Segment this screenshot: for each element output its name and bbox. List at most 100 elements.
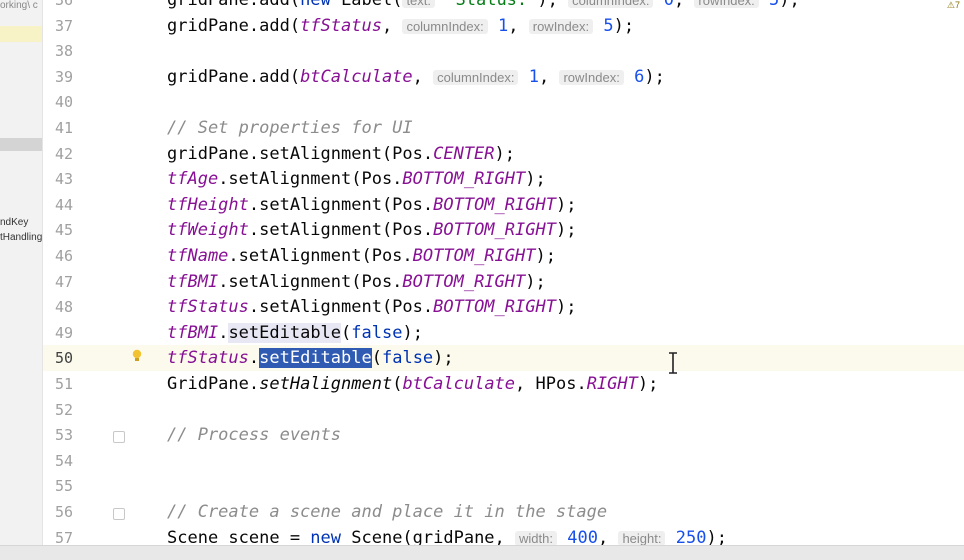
parameter-hint: width: xyxy=(515,530,557,546)
code-token: 5 xyxy=(769,0,780,10)
parameter-hint: rowIndex: xyxy=(694,0,759,8)
code-line[interactable]: tfWeight.setAlignment(Pos.BOTTOM_RIGHT); xyxy=(167,218,964,244)
code-token: ); xyxy=(644,66,665,87)
code-token: ( xyxy=(341,322,352,343)
code-token: gridPane.add( xyxy=(167,66,301,87)
sidebar-selected-row[interactable] xyxy=(0,138,42,151)
code-token: .setAlignment(Pos. xyxy=(218,271,403,292)
horizontal-scrollbar[interactable] xyxy=(0,545,964,560)
code-token: Label( xyxy=(330,0,403,10)
code-line[interactable]: gridPane.add(tfStatus, columnIndex: 1, r… xyxy=(167,14,964,40)
code-token: . xyxy=(248,348,260,369)
code-token: ); xyxy=(555,297,577,318)
code-token: // Process events xyxy=(167,425,341,446)
warning-indicator[interactable]: ⚠7 xyxy=(947,0,960,11)
code-token: , xyxy=(412,66,434,87)
code-token: ); xyxy=(535,246,556,266)
code-token: 1 xyxy=(498,15,509,36)
line-number: 53 xyxy=(54,426,73,445)
code-line[interactable]: GridPane.setHalignment(btCalculate, HPos… xyxy=(167,372,964,398)
code-line[interactable] xyxy=(167,39,964,65)
code-line[interactable]: tfHeight.setAlignment(Pos.BOTTOM_RIGHT); xyxy=(167,193,964,219)
code-token: CENTER xyxy=(433,143,495,164)
code-token: BOTTOM_RIGHT xyxy=(433,297,556,318)
code-line[interactable] xyxy=(167,474,964,500)
code-token: false xyxy=(351,322,403,343)
sidebar-item-handling[interactable]: tHandling xyxy=(0,232,42,243)
line-number: 42 xyxy=(54,144,73,163)
code-token: BOTTOM_RIGHT xyxy=(433,194,556,215)
warning-count: 7 xyxy=(954,0,960,10)
line-number: 43 xyxy=(54,170,73,189)
line-number: 36 xyxy=(54,0,73,9)
code-line[interactable]: gridPane.add(new Label(text: "Status:"),… xyxy=(167,0,964,14)
line-number: 46 xyxy=(54,247,73,265)
code-token: gridPane.setAlignment(Pos. xyxy=(167,143,434,164)
code-token: BOTTOM_RIGHT xyxy=(402,169,526,190)
code-line[interactable] xyxy=(167,449,964,475)
code-line[interactable]: tfAge.setAlignment(Pos.BOTTOM_RIGHT); xyxy=(167,167,964,193)
line-number: 50 xyxy=(54,349,73,368)
code-editor[interactable]: gridPane.add(new Label(text: "Status:"),… xyxy=(167,0,964,548)
code-token: . xyxy=(218,322,229,343)
code-token: , xyxy=(508,15,529,36)
code-token: 1 xyxy=(528,66,539,87)
parameter-hint: columnIndex: xyxy=(568,0,654,8)
code-token: tfName xyxy=(167,246,229,266)
code-token: setHalignment xyxy=(259,374,393,394)
fold-marker-icon[interactable] xyxy=(113,431,125,444)
code-token: GridPane. xyxy=(167,374,260,394)
code-line[interactable]: tfStatus.setEditable(false); xyxy=(167,346,964,372)
code-token: BOTTOM_RIGHT xyxy=(412,246,536,266)
code-token: .setAlignment(Pos. xyxy=(228,246,413,266)
code-token: tfBMI xyxy=(167,322,219,343)
code-line[interactable]: gridPane.setAlignment(Pos.CENTER); xyxy=(167,142,964,168)
code-token: tfHeight xyxy=(167,194,249,215)
code-line[interactable] xyxy=(167,90,964,116)
fold-marker-icon[interactable] xyxy=(113,508,125,520)
parameter-hint: text: xyxy=(402,0,436,8)
code-line[interactable] xyxy=(167,398,964,424)
code-token: tfAge xyxy=(167,169,219,190)
code-line[interactable]: tfBMI.setEditable(false); xyxy=(167,321,964,347)
code-token: tfBMI xyxy=(167,271,219,292)
code-line[interactable]: gridPane.add(btCalculate, columnIndex: 1… xyxy=(167,65,964,91)
code-token: RIGHT xyxy=(586,374,638,394)
code-token: ), xyxy=(537,0,569,10)
code-token: ( xyxy=(371,348,382,369)
line-number: 40 xyxy=(54,93,73,112)
warning-icon: ⚠ xyxy=(946,0,955,10)
code-token: , xyxy=(538,66,560,87)
code-line[interactable]: tfBMI.setAlignment(Pos.BOTTOM_RIGHT); xyxy=(167,270,964,296)
code-line[interactable]: // Create a scene and place it in the st… xyxy=(167,500,964,526)
code-token: , xyxy=(673,0,695,10)
code-token: tfStatus xyxy=(300,15,382,36)
text-cursor-icon xyxy=(669,352,677,374)
code-token: ); xyxy=(555,220,577,241)
code-token: false xyxy=(381,348,434,369)
line-number: 47 xyxy=(54,272,73,291)
code-token: btCalculate xyxy=(300,66,413,87)
sidebar-item-path[interactable]: orking\ c xyxy=(0,0,38,11)
code-token: , xyxy=(381,15,403,36)
sidebar-highlight xyxy=(0,26,42,42)
lightbulb-icon[interactable] xyxy=(131,349,143,363)
code-token: // Create a scene and place it in the st… xyxy=(167,502,608,522)
code-token: ); xyxy=(525,169,546,190)
line-number: 49 xyxy=(54,323,73,342)
code-line[interactable]: // Process events xyxy=(167,423,964,449)
sidebar-item-key[interactable]: ndKey xyxy=(0,217,28,228)
code-line[interactable]: // Set properties for UI xyxy=(167,116,964,142)
line-number: 38 xyxy=(54,42,73,61)
code-line[interactable]: tfStatus.setAlignment(Pos.BOTTOM_RIGHT); xyxy=(167,295,964,321)
code-token: BOTTOM_RIGHT xyxy=(433,220,556,241)
code-token: ); xyxy=(433,348,454,369)
project-sidebar: orking\ c ndKey tHandling xyxy=(0,0,43,545)
parameter-hint: columnIndex: xyxy=(433,69,519,85)
code-line[interactable]: tfName.setAlignment(Pos.BOTTOM_RIGHT); xyxy=(167,244,964,270)
